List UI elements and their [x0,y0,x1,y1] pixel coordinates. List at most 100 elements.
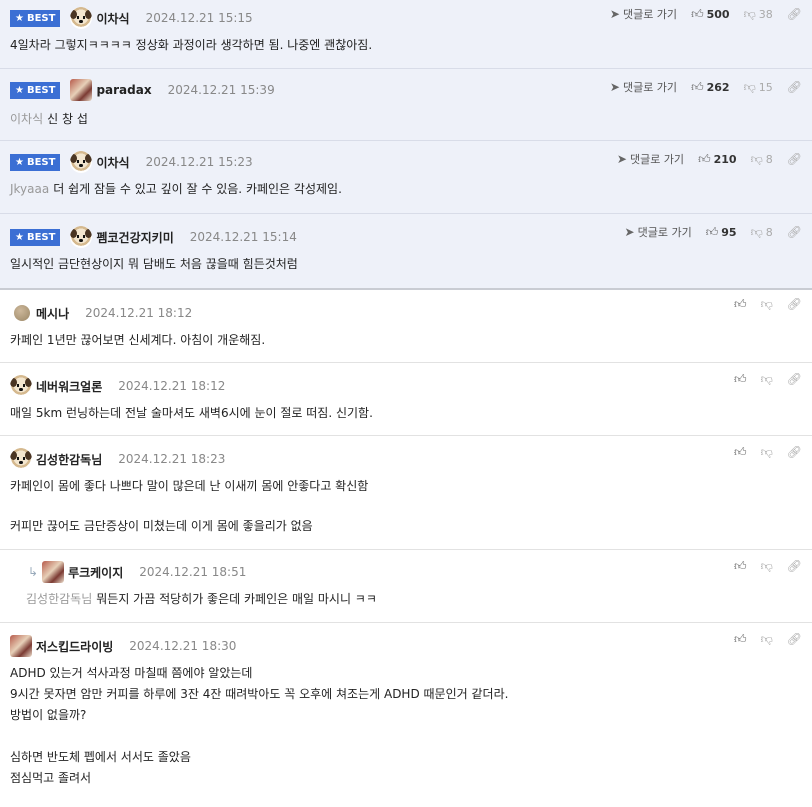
best-comment: ★ BEST paradax 2024.12.21 15:39 ➤ 댓글로 가기 👍… [0,69,812,141]
avatar[interactable] [10,448,32,470]
avatar[interactable] [70,7,93,29]
thumbs-up-icon: 👍︎ [691,80,704,94]
comment-author[interactable]: 펨코건강지키미 [96,229,173,246]
link-button[interactable]: 🔗︎ [787,226,802,238]
comment-date: 2024.12.21 15:39 [167,83,275,97]
link-icon: 🔗︎ [786,225,802,239]
comment-actions: 👍︎ 👎︎ 🔗︎ [734,560,802,572]
mention[interactable]: Jkyaaa [10,182,49,196]
thumbs-down-icon: 👎︎ [760,632,773,646]
comment-date: 2024.12.21 18:12 [118,379,226,393]
thumbs-down-icon: 👎︎ [750,225,763,239]
thumbs-down-icon: 👎︎ [760,445,773,459]
downvote-button[interactable]: 👎︎ 15 [744,81,773,94]
avatar[interactable] [70,226,93,248]
mention[interactable]: 이차식 [10,112,43,126]
comment-date: 2024.12.21 15:15 [145,11,253,25]
comment-author[interactable]: 네버워크얼론 [36,378,102,395]
send-icon: ➤ [609,7,620,21]
comment-date: 2024.12.21 18:12 [85,306,193,320]
go-to-reply-button[interactable]: ➤ 댓글로 가기 [610,79,677,95]
downvote-button[interactable]: 👎︎ 8 [751,226,773,239]
comment-actions: ➤ 댓글로 가기 👍︎ 210 👎︎ 8 🔗︎ [617,151,802,167]
upvote-button[interactable]: 👍︎ 500 [691,8,730,21]
downvote-button[interactable]: 👎︎ [761,446,773,458]
link-icon: 🔗︎ [786,297,802,311]
comment-author[interactable]: paradax [96,83,151,97]
upvote-button[interactable]: 👍︎ 95 [706,226,737,239]
comment-author[interactable]: 저스킵드라이빙 [36,638,113,655]
link-button[interactable]: 🔗︎ [787,81,802,93]
downvote-button[interactable]: 👎︎ [761,373,773,385]
mention[interactable]: 김성한감독님 [26,592,92,606]
comment-header: 네버워크얼론 2024.12.21 18:12 [10,375,802,397]
thumbs-down-icon: 👎︎ [760,559,773,573]
comment-body: 카페인이 몸에 좋다 나쁘다 말이 많은데 난 이새끼 몸에 안좋다고 확신함 … [10,479,369,533]
comment: 저스킵드라이빙 2024.12.21 18:30 👍︎ 👎︎ 🔗︎ ADHD 있… [0,623,812,799]
thumbs-up-icon: 👍︎ [734,372,747,386]
link-button[interactable]: 🔗︎ [787,633,802,645]
comment-actions: ➤ 댓글로 가기 👍︎ 95 👎︎ 8 🔗︎ [625,224,802,240]
downvote-button[interactable]: 👎︎ 8 [751,153,773,166]
link-button[interactable]: 🔗︎ [787,373,802,385]
comment-body: 이차식 신 창 섭 [10,112,88,126]
best-comment: ★ BEST 펨코건강지키미 2024.12.21 15:14 ➤ 댓글로 가기 👍… [0,214,812,290]
star-icon: ★ [15,156,24,168]
downvote-button[interactable]: 👎︎ [761,633,773,645]
upvote-button[interactable]: 👍︎ 262 [691,81,730,94]
avatar[interactable] [42,561,65,583]
go-to-reply-button[interactable]: ➤ 댓글로 가기 [610,6,677,22]
go-to-reply-button[interactable]: ➤ 댓글로 가기 [617,151,684,167]
best-badge: ★ BEST [10,153,61,171]
link-button[interactable]: 🔗︎ [787,560,802,572]
thumbs-down-icon: 👎︎ [743,80,756,94]
comment-header: 저스킵드라이빙 2024.12.21 18:30 [10,635,802,657]
thumbs-down-icon: 👎︎ [743,7,756,21]
upvote-button[interactable]: 👍︎ [734,633,747,645]
comment-body: 김성한감독님 뭐든지 가끔 적당히가 좋은데 카페인은 매일 마시니 ㅋㅋ [26,592,377,606]
comment-actions: ➤ 댓글로 가기 👍︎ 262 👎︎ 15 🔗︎ [610,79,802,95]
thumbs-up-icon: 👍︎ [691,7,704,21]
comment-author[interactable]: 메시나 [36,305,69,322]
comment-author[interactable]: 이차식 [96,10,129,27]
go-to-reply-button[interactable]: ➤ 댓글로 가기 [625,224,692,240]
comment-list: ★ BEST 이차식 2024.12.21 15:15 ➤ 댓글로 가기 👍︎ 500… [0,0,812,799]
link-icon: 🔗︎ [786,80,802,94]
upvote-button[interactable]: 👍︎ 210 [698,153,737,166]
comment-author[interactable]: 이차식 [96,154,129,171]
avatar[interactable] [70,79,93,101]
avatar[interactable] [10,375,32,397]
thumbs-up-icon: 👍︎ [734,297,747,311]
link-icon: 🔗︎ [786,559,802,573]
comment-header: 메시나 2024.12.21 18:12 [10,302,802,324]
reply-comment: ↳ 루크케이지 2024.12.21 18:51 👍︎ 👎︎ 🔗︎ 김성한감독님… [0,550,812,623]
upvote-button[interactable]: 👍︎ [734,446,747,458]
link-button[interactable]: 🔗︎ [787,8,802,20]
link-icon: 🔗︎ [786,445,802,459]
downvote-button[interactable]: 👎︎ [761,298,773,310]
downvote-button[interactable]: 👎︎ [761,560,773,572]
star-icon: ★ [15,84,24,96]
upvote-button[interactable]: 👍︎ [734,560,747,572]
thumbs-up-icon: 👍︎ [698,152,711,166]
comment-body: 4일차라 그렇지ㅋㅋㅋㅋ 정상화 과정이라 생각하면 됨. 나중엔 괜찮아짐. [10,38,373,52]
avatar[interactable] [14,305,30,321]
send-icon: ➤ [616,152,627,166]
thumbs-up-icon: 👍︎ [734,632,747,646]
link-icon: 🔗︎ [786,152,802,166]
comment-author[interactable]: 루크케이지 [68,564,123,581]
comment-author[interactable]: 김성한감독님 [36,451,102,468]
link-button[interactable]: 🔗︎ [787,446,802,458]
comment-actions: ➤ 댓글로 가기 👍︎ 500 👎︎ 38 🔗︎ [610,6,802,22]
avatar[interactable] [10,635,32,657]
comment-header: 김성한감독님 2024.12.21 18:23 [10,448,802,470]
downvote-button[interactable]: 👎︎ 38 [744,8,773,21]
upvote-button[interactable]: 👍︎ [734,373,747,385]
link-button[interactable]: 🔗︎ [787,298,802,310]
thumbs-down-icon: 👎︎ [750,152,763,166]
best-badge: ★ BEST [10,81,61,99]
upvote-button[interactable]: 👍︎ [734,298,747,310]
avatar[interactable] [70,151,93,173]
best-comment: ★ BEST 이차식 2024.12.21 15:23 ➤ 댓글로 가기 👍︎ 210… [0,141,812,214]
link-button[interactable]: 🔗︎ [787,153,802,165]
